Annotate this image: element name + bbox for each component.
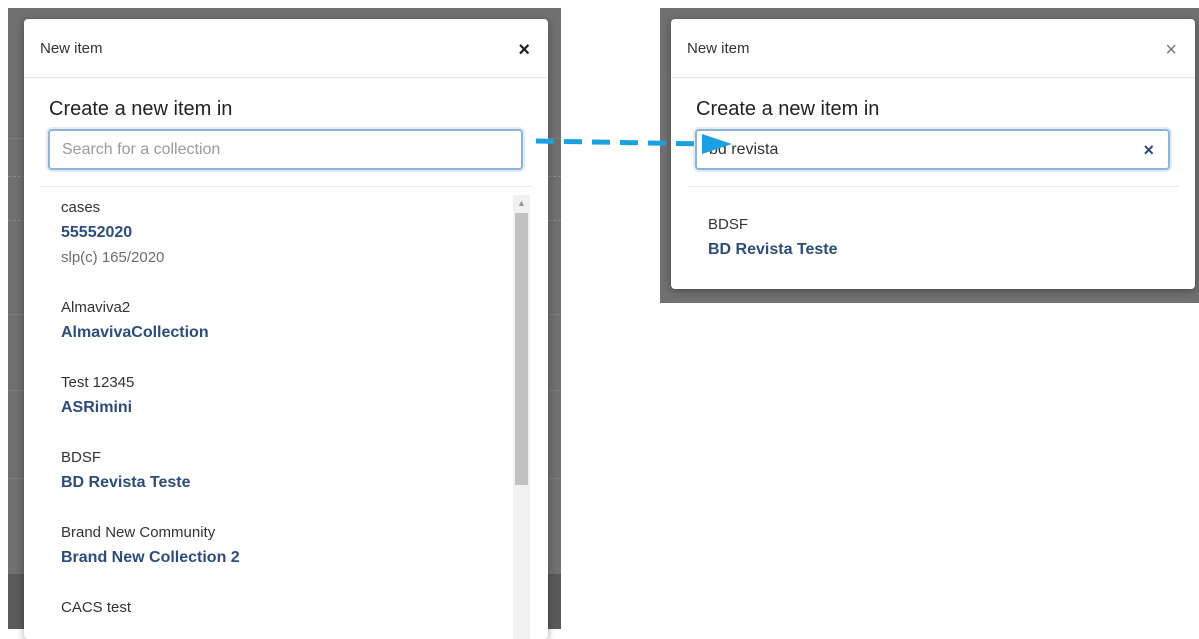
community-name: Brand New Community — [61, 524, 216, 541]
collection-name[interactable]: Brand New Collection 2 — [61, 545, 532, 570]
list-item[interactable]: BDSF BD Revista Teste — [40, 445, 532, 495]
new-item-modal-after: New item × Create a new item in × BDSF B… — [671, 19, 1195, 289]
collection-list: BDSF BD Revista Teste — [687, 212, 1179, 287]
modal-title: New item — [687, 40, 750, 57]
close-icon[interactable]: × — [518, 40, 530, 60]
create-heading: Create a new item in — [696, 98, 880, 120]
collection-extra: slp(c) 165/2020 — [61, 249, 165, 266]
list-item[interactable]: BDSF BD Revista Teste — [687, 212, 1179, 262]
community-name: Almaviva2 — [61, 299, 131, 316]
list-scrollbar[interactable]: ▲ — [513, 195, 530, 639]
community-name: BDSF — [61, 449, 102, 466]
scrollbar-thumb[interactable] — [515, 213, 528, 485]
modal-header: New item × — [671, 19, 1195, 78]
dashed-arrow-annotation — [535, 134, 732, 154]
collection-search-input[interactable] — [709, 131, 1129, 168]
collection-name[interactable]: ASRimini — [61, 395, 532, 420]
collection-list: cases 55552020 slp(c) 165/2020 Almaviva2… — [40, 195, 532, 639]
community-name: cases — [61, 199, 101, 216]
collection-name[interactable]: AlmavivaCollection — [61, 320, 532, 345]
arrow-head-icon — [702, 134, 732, 154]
community-name: BDSF — [708, 216, 749, 233]
collection-name[interactable]: 55552020 — [61, 220, 532, 245]
clear-search-icon[interactable]: × — [1143, 140, 1154, 161]
community-name: CACS test — [61, 599, 132, 616]
modal-header: New item × — [24, 19, 548, 78]
divider — [687, 186, 1179, 187]
create-heading: Create a new item in — [49, 98, 233, 120]
list-item[interactable]: Almaviva2 AlmavivaCollection — [40, 295, 532, 345]
list-item[interactable]: CACS test — [40, 595, 532, 620]
collection-name[interactable]: BD Revista Teste — [61, 470, 532, 495]
arrow-shaft — [535, 138, 707, 147]
scroll-up-arrow-icon[interactable]: ▲ — [513, 197, 530, 209]
new-item-modal-before: New item × Create a new item in cases 55… — [24, 19, 548, 639]
divider — [40, 186, 532, 187]
collection-search-box[interactable] — [48, 129, 523, 170]
modal-title: New item — [40, 40, 103, 57]
community-name: Test 12345 — [61, 374, 135, 391]
list-item[interactable]: cases 55552020 slp(c) 165/2020 — [40, 195, 532, 270]
close-icon[interactable]: × — [1165, 40, 1177, 60]
collection-name[interactable]: BD Revista Teste — [708, 237, 1179, 262]
collection-search-input[interactable] — [62, 131, 482, 168]
collection-search-box[interactable]: × — [695, 129, 1170, 170]
list-item[interactable]: Test 12345 ASRimini — [40, 370, 532, 420]
list-item[interactable]: Brand New Community Brand New Collection… — [40, 520, 532, 570]
